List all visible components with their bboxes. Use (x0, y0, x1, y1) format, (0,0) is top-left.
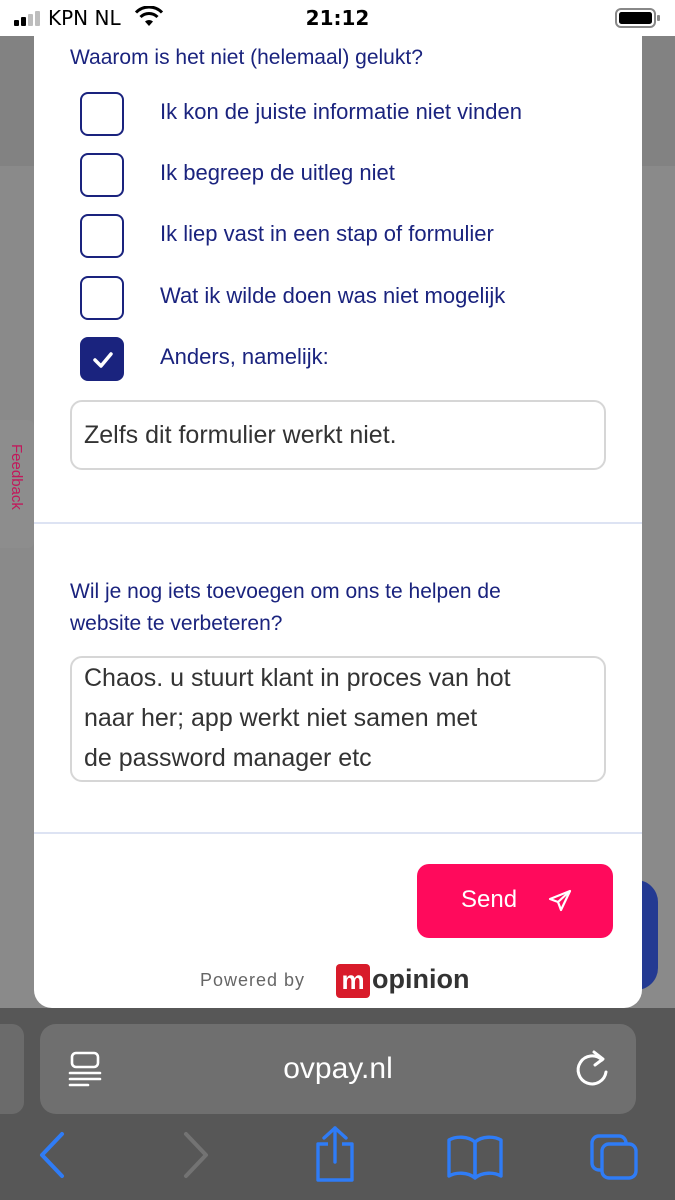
chevron-right-icon[interactable] (180, 1130, 212, 1180)
feedback-modal: Waarom is het niet (helemaal) gelukt? Ik… (34, 36, 642, 1008)
section-divider (34, 522, 642, 524)
checkbox-other[interactable] (80, 337, 124, 381)
comment-line: naar her; app werkt niet samen met (84, 704, 478, 732)
other-reason-input[interactable]: Zelfs dit formulier werkt niet. (70, 400, 606, 470)
comment-line: de password manager etc (84, 744, 372, 772)
paper-plane-icon (548, 889, 572, 912)
mopinion-logo-m: m (336, 964, 370, 998)
send-button[interactable]: Send (417, 864, 613, 938)
clock: 21:12 (305, 6, 370, 30)
comment-line: Chaos. u stuurt klant in proces van hot (84, 664, 511, 692)
share-icon[interactable] (310, 1124, 360, 1184)
option-other[interactable]: Anders, namelijk: (80, 337, 620, 381)
reload-icon[interactable] (572, 1048, 612, 1090)
mopinion-logo-text: opinion (372, 964, 470, 994)
book-icon[interactable] (446, 1134, 504, 1180)
question-line: website te verbeteren? (70, 612, 283, 635)
chevron-left-icon[interactable] (36, 1130, 68, 1180)
option-not-possible[interactable]: Wat ik wilde doen was niet mogelijk (80, 276, 620, 320)
option-label: Ik begreep de uitleg niet (160, 160, 395, 185)
question-why-failed: Waarom is het niet (helemaal) gelukt? (70, 46, 423, 69)
powered-by-mopinion[interactable]: Powered by m opinion (200, 964, 480, 998)
checkmark-icon (93, 352, 113, 368)
question-additional-feedback: Wil je nog iets toevoegen om ons te help… (70, 576, 501, 640)
checkbox-not-possible[interactable] (80, 276, 124, 320)
send-button-label: Send (461, 886, 518, 913)
powered-by-text: Powered by (200, 970, 306, 990)
status-bar: KPN NL 21:12 (0, 0, 675, 36)
checkbox-stuck-in-form[interactable] (80, 214, 124, 258)
question-line: Wil je nog iets toevoegen om ons te help… (70, 580, 501, 603)
section-divider (34, 832, 642, 834)
tabs-icon[interactable] (588, 1132, 642, 1182)
additional-feedback-textarea[interactable]: Chaos. u stuurt klant in proces van hot … (70, 656, 606, 782)
option-label: Wat ik wilde doen was niet mogelijk (160, 283, 506, 308)
option-label: Anders, namelijk: (160, 344, 329, 369)
checkbox-info-not-found[interactable] (80, 92, 124, 136)
option-label: Ik kon de juiste informatie niet vinden (160, 99, 522, 124)
previous-tab-edge[interactable] (0, 1024, 24, 1114)
option-explanation-unclear[interactable]: Ik begreep de uitleg niet (80, 153, 620, 197)
option-stuck-in-form[interactable]: Ik liep vast in een stap of formulier (80, 214, 620, 258)
url-text: ovpay.nl (283, 1052, 393, 1085)
battery-icon (615, 8, 660, 28)
checkbox-explanation-unclear[interactable] (80, 153, 124, 197)
option-info-not-found[interactable]: Ik kon de juiste informatie niet vinden (80, 92, 620, 136)
feedback-tab-label: Feedback (8, 444, 25, 510)
feedback-side-tab[interactable]: Feedback (0, 420, 34, 548)
option-label: Ik liep vast in een stap of formulier (160, 221, 494, 246)
address-bar[interactable]: ovpay.nl (40, 1024, 636, 1114)
